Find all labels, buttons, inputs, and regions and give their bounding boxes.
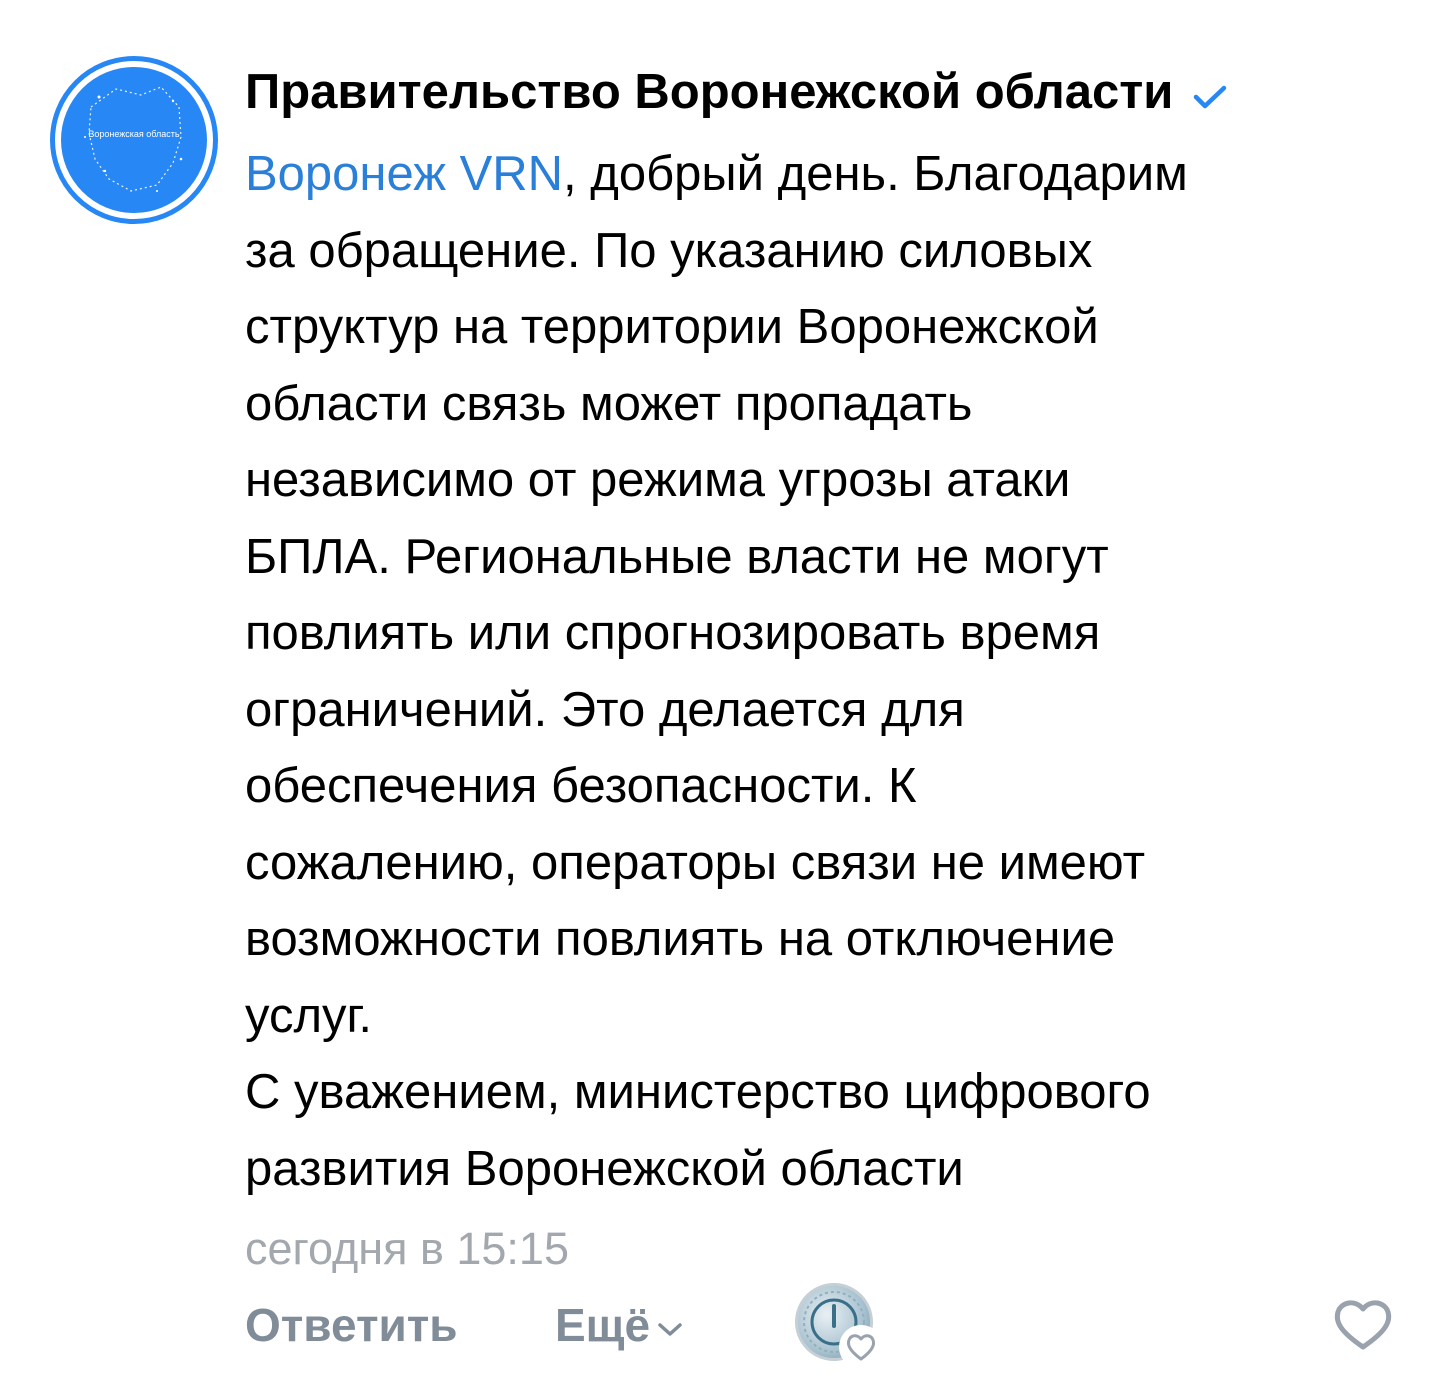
- small-heart-icon: [839, 1325, 883, 1369]
- comment-line: С уважением, министерство цифрового: [245, 1065, 1151, 1119]
- comment-timestamp[interactable]: сегодня в 15:15: [245, 1219, 1405, 1279]
- comment-line: развития Воронежской области: [245, 1141, 964, 1196]
- comment-content: Правительство Воронежской области Вороне…: [245, 60, 1405, 1279]
- comment-actions: Ответить Ещё: [245, 1283, 1395, 1369]
- comment-line: структур на территории Воронежской: [245, 300, 1099, 354]
- comment-text: Воронеж VRN, добрый день. Благодарим за …: [245, 136, 1405, 1207]
- comment-line: независимо от режима угрозы атаки: [245, 453, 1071, 507]
- mention-link[interactable]: Воронеж VRN: [245, 147, 563, 201]
- author-name[interactable]: Правительство Воронежской области: [245, 64, 1173, 120]
- comment-line: сожалению, операторы связи не имеют: [245, 835, 1146, 890]
- comment: Воронежская область Правительство Вороне…: [0, 0, 1440, 1388]
- comment-line: , добрый день. Благодарим: [563, 147, 1188, 201]
- author-line: Правительство Воронежской области: [245, 60, 1405, 124]
- heart-outline-icon[interactable]: [1331, 1297, 1395, 1358]
- author-avatar[interactable]: Воронежская область: [50, 56, 218, 224]
- comment-line: ограничений. Это делается для: [245, 682, 965, 737]
- reaction-preview[interactable]: [795, 1283, 885, 1373]
- avatar-label: Воронежская область: [88, 129, 180, 139]
- region-map-logo: Воронежская область: [61, 67, 207, 213]
- comment-line: БПЛА. Региональные власти не могут: [245, 529, 1109, 584]
- comment-line: повлиять или спрогнозировать время: [245, 606, 1101, 660]
- more-button[interactable]: Ещё: [555, 1295, 684, 1355]
- comment-line: за обращение. По указанию силовых: [245, 223, 1093, 278]
- comment-line: возможности повлиять на отключение: [245, 912, 1116, 966]
- comment-line: области связь может пропадать: [245, 376, 973, 431]
- comment-line: обеспечения безопасности. К: [245, 759, 917, 813]
- reply-button[interactable]: Ответить: [245, 1295, 458, 1355]
- chevron-down-icon: [658, 1323, 682, 1336]
- more-label: Ещё: [555, 1299, 651, 1351]
- comment-line: услуг.: [245, 988, 373, 1043]
- checkmark-icon: [1193, 84, 1227, 115]
